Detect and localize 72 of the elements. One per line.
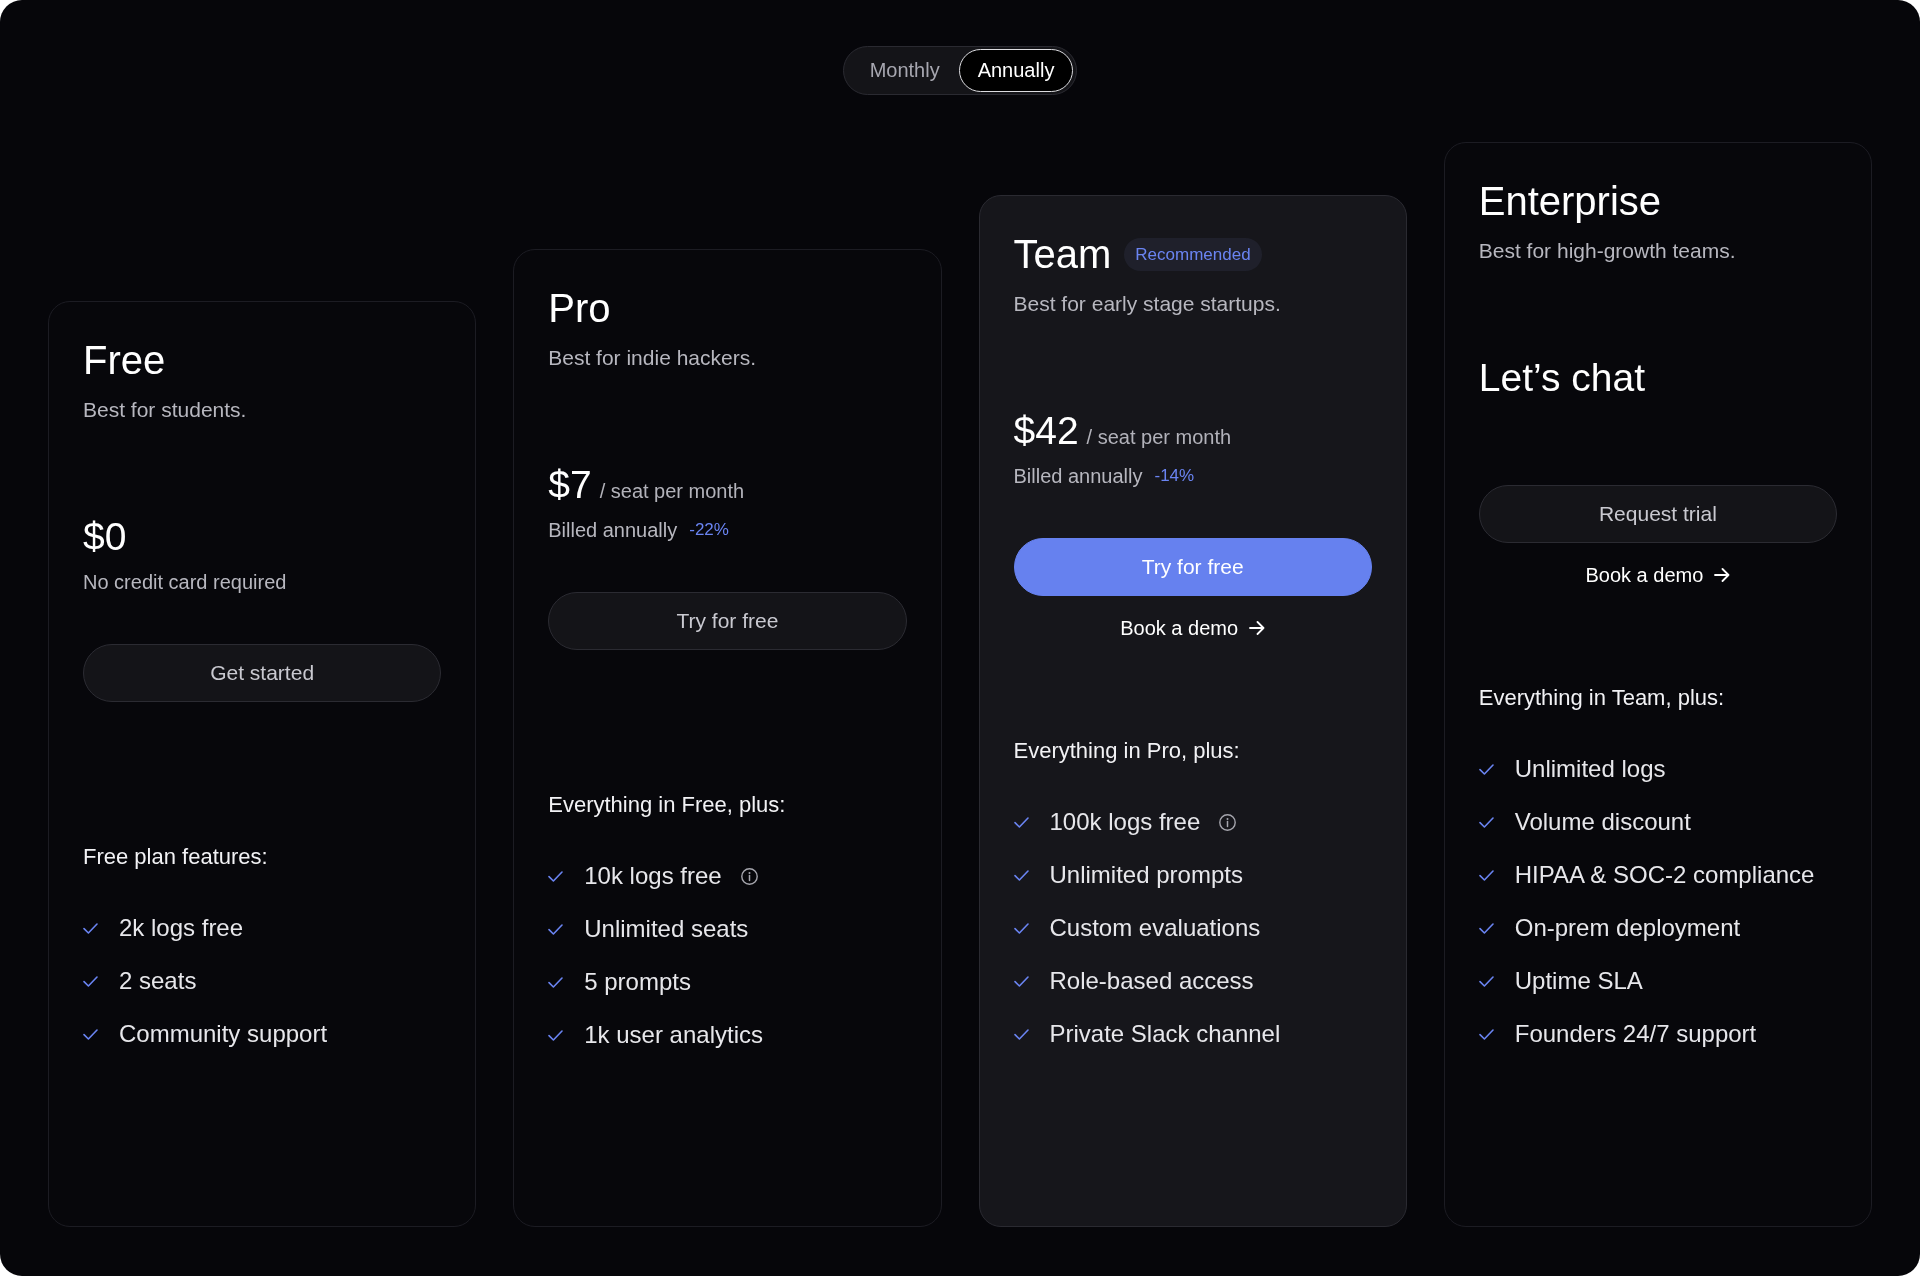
check-icon <box>548 1029 564 1041</box>
check-icon <box>1013 975 1029 987</box>
feature-text: On-prem deployment <box>1514 913 1741 943</box>
check-icon <box>548 976 564 988</box>
features-heading: Everything in Pro, plus: <box>1013 737 1241 765</box>
feature-text: 10k logs free <box>584 861 722 891</box>
discount-label: -14% <box>1154 465 1195 487</box>
discount-label: -22% <box>689 519 729 541</box>
plan-button[interactable]: Get started <box>83 644 442 702</box>
plan-button[interactable]: Request trial <box>1478 485 1837 543</box>
check-icon <box>548 923 564 935</box>
plan-tagline: Best for students. <box>83 397 247 423</box>
price-note: No credit card required <box>83 570 287 595</box>
price-amount: $42 <box>1013 408 1079 454</box>
book-demo-link[interactable]: Book a demo <box>1585 561 1731 589</box>
price-amount: $0 <box>83 514 127 560</box>
check-icon <box>1478 1028 1494 1040</box>
feature-text: HIPAA & SOC-2 compliance <box>1514 860 1815 890</box>
check-icon <box>83 975 98 987</box>
feature-text: Volume discount <box>1514 807 1691 837</box>
feature-text: 2k logs free <box>119 913 244 943</box>
price-amount: Let’s chat <box>1478 355 1645 401</box>
feature-text: Unlimited seats <box>584 914 749 944</box>
plan-button[interactable]: Try for free <box>548 592 907 650</box>
check-icon <box>1013 1028 1029 1040</box>
check-icon <box>83 922 98 934</box>
arrow-right-icon <box>1714 568 1731 582</box>
billing-note: Billed annually <box>548 518 678 543</box>
feature-text: 1k user analytics <box>584 1020 763 1050</box>
price-unit: / seat per month <box>599 479 745 504</box>
plan-tagline: Best for high-growth teams. <box>1478 238 1736 264</box>
feature-text: Founders 24/7 support <box>1514 1019 1757 1049</box>
features-heading: Free plan features: <box>83 843 269 871</box>
feature-text: Community support <box>119 1019 328 1049</box>
check-icon <box>1478 869 1494 881</box>
plan-tagline: Best for indie hackers. <box>548 345 756 371</box>
check-icon <box>1478 763 1494 775</box>
plan-name: Enterprise <box>1478 179 1662 223</box>
check-icon <box>1478 816 1494 828</box>
plan-tagline: Best for early stage startups. <box>1013 291 1281 317</box>
price-unit: / seat per month <box>1086 425 1232 450</box>
features-heading: Everything in Team, plus: <box>1478 684 1726 712</box>
feature-text: Role-based access <box>1049 966 1254 996</box>
info-icon[interactable] <box>740 867 758 885</box>
check-icon <box>1478 975 1494 987</box>
price-amount: $7 <box>548 462 592 508</box>
check-icon <box>1013 869 1029 881</box>
plan-name: Pro <box>548 286 611 330</box>
plan-name: Team <box>1013 232 1112 276</box>
book-demo-link[interactable]: Book a demo <box>1120 614 1266 642</box>
billing-option[interactable]: Annually <box>958 49 1074 92</box>
arrow-right-icon <box>1249 621 1266 635</box>
feature-text: Unlimited prompts <box>1049 860 1243 890</box>
feature-text: Uptime SLA <box>1514 966 1643 996</box>
check-icon <box>1478 922 1494 934</box>
feature-text: Unlimited logs <box>1514 754 1666 784</box>
feature-text: 2 seats <box>119 966 197 996</box>
billing-option[interactable]: Monthly <box>850 49 959 92</box>
check-icon <box>1013 922 1029 934</box>
plan-name: Free <box>83 338 166 382</box>
feature-text: Custom evaluations <box>1049 913 1261 943</box>
feature-text: Private Slack channel <box>1049 1019 1281 1049</box>
plan-badge: Recommended <box>1124 237 1262 271</box>
plan-button[interactable]: Try for free <box>1013 538 1372 596</box>
billing-note: Billed annually <box>1013 464 1143 489</box>
feature-text: 100k logs free <box>1049 807 1201 837</box>
feature-text: 5 prompts <box>584 967 691 997</box>
check-icon <box>1013 816 1029 828</box>
check-icon <box>548 870 564 882</box>
info-icon[interactable] <box>1219 813 1237 831</box>
check-icon <box>83 1028 98 1040</box>
features-heading: Everything in Free, plus: <box>548 791 787 819</box>
